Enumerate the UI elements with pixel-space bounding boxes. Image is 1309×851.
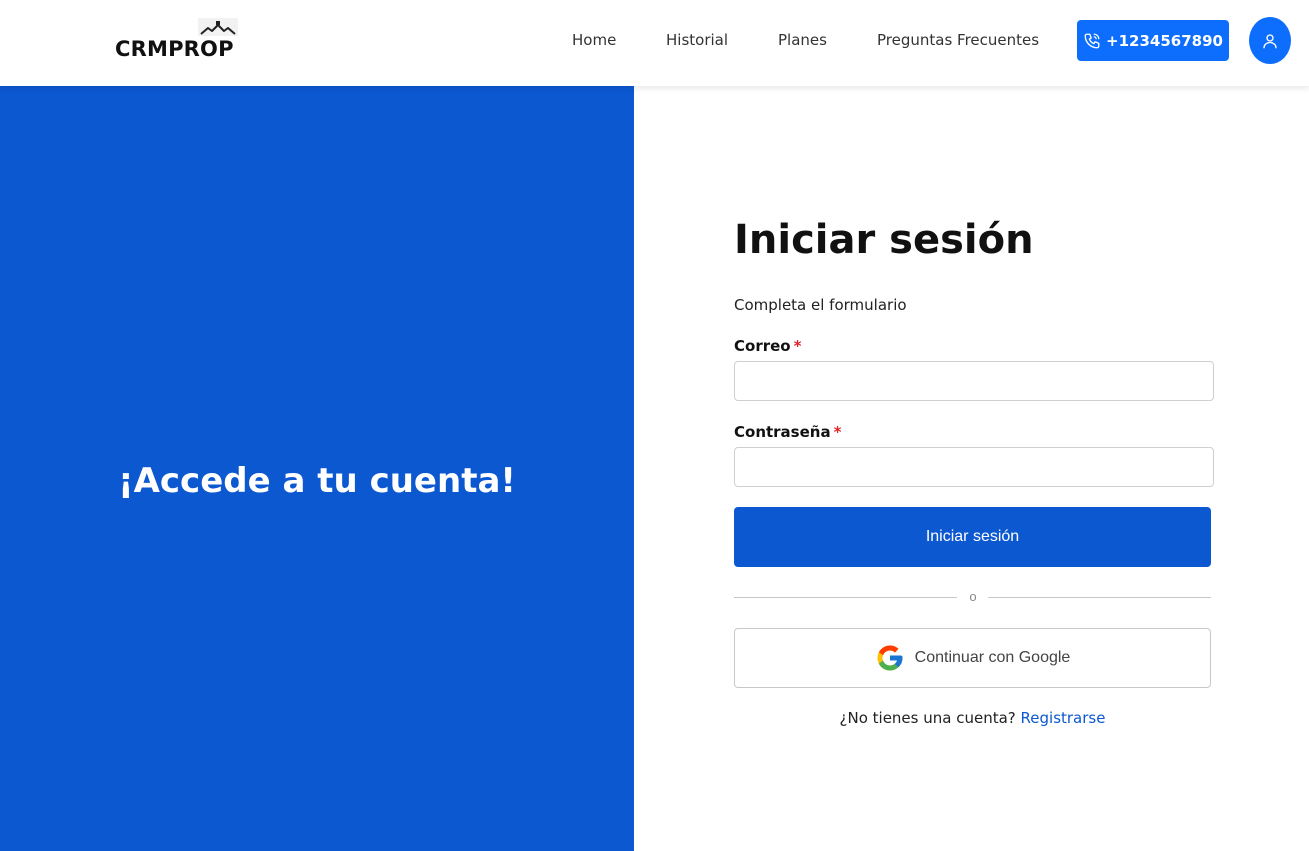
- register-row: ¿No tienes una cuenta? Registrarse: [734, 709, 1211, 727]
- password-label: Contraseña *: [734, 423, 841, 441]
- email-field[interactable]: [734, 361, 1214, 401]
- google-login-button[interactable]: Continuar con Google: [734, 628, 1211, 688]
- hero-title: ¡Accede a tu cuenta!: [118, 461, 516, 501]
- form-title: Iniciar sesión: [734, 217, 1034, 263]
- divider-right: [988, 597, 1211, 598]
- user-account-button[interactable]: [1249, 17, 1291, 64]
- nav-historial[interactable]: Historial: [666, 31, 728, 49]
- google-button-label: Continuar con Google: [914, 649, 1071, 666]
- email-label-text: Correo: [734, 337, 791, 355]
- nav-preguntas-frecuentes[interactable]: Preguntas Frecuentes: [877, 31, 1039, 49]
- user-icon: [1263, 33, 1277, 48]
- house-roof-icon: [198, 18, 238, 36]
- phone-button[interactable]: +1234567890: [1077, 20, 1229, 61]
- password-label-text: Contraseña: [734, 423, 831, 441]
- required-mark: *: [833, 423, 842, 441]
- register-prompt: ¿No tienes una cuenta?: [839, 709, 1016, 727]
- nav-planes[interactable]: Planes: [778, 31, 827, 49]
- top-navbar: CRMPROP Home Historial Planes Preguntas …: [0, 0, 1309, 86]
- password-field[interactable]: [734, 447, 1214, 487]
- email-label: Correo *: [734, 337, 801, 355]
- required-mark: *: [793, 337, 802, 355]
- form-subtitle: Completa el formulario: [734, 296, 907, 314]
- phone-icon: [1084, 33, 1100, 48]
- hero-panel: ¡Accede a tu cuenta!: [0, 86, 634, 851]
- brand-name: CRMPROP: [115, 37, 234, 61]
- divider-left: [734, 597, 957, 598]
- google-icon: [877, 645, 903, 671]
- login-submit-button[interactable]: Iniciar sesión: [734, 507, 1211, 567]
- brand-logo[interactable]: CRMPROP: [114, 18, 242, 62]
- nav-home[interactable]: Home: [572, 31, 616, 49]
- register-link[interactable]: Registrarse: [1021, 709, 1106, 727]
- divider-text: o: [969, 589, 977, 604]
- phone-label: +1234567890: [1106, 31, 1223, 50]
